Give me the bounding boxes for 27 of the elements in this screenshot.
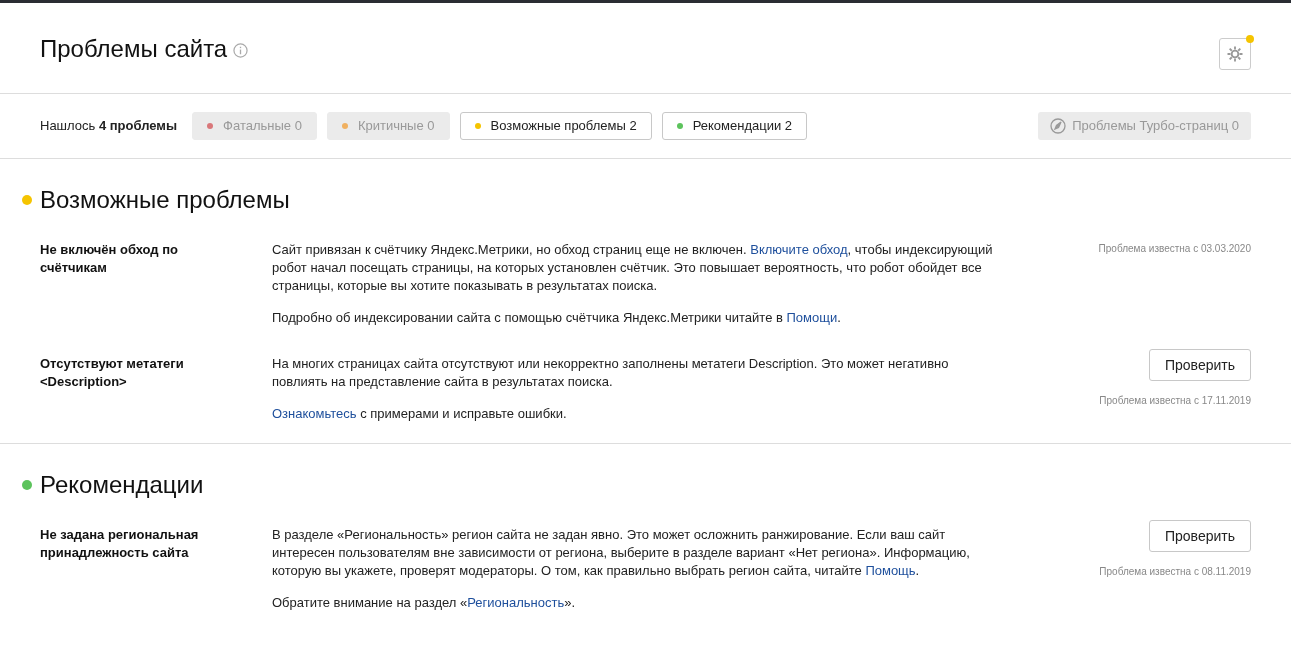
help-link[interactable]: Помощь (865, 563, 916, 578)
filter-button[interactable]: Рекомендации 2 (661, 112, 808, 140)
filter-button[interactable]: Возможные проблемы 2 (459, 112, 652, 140)
description-text: Ознакомьтесь с примерами и исправьте ошибки. (272, 405, 568, 423)
settings-button[interactable] (1219, 38, 1251, 70)
check-button[interactable]: Проверить (1149, 520, 1251, 552)
info-icon[interactable] (233, 43, 249, 58)
known-since-date: Проблема известна с 17.11.2019 (1099, 394, 1251, 408)
description-text: В разделе «Региональность» регион сайта не задан явно. Это может осложнить ранжирование. Если ваш сайт интересен пользователям вне зависимости от региона, выберите в разделе вариант «Нет региона». Информацию, которую вы укажете, проверят модераторы. О том, как правильно выбрать регион сайта, читайте Помощь. (272, 526, 971, 580)
help-link[interactable]: Региональность (467, 595, 565, 610)
page-title: Проблемы сайта (40, 34, 228, 64)
description-text: Обратите внимание на раздел «Региональность». (272, 594, 577, 612)
help-link[interactable]: Ознакомьтесь (272, 406, 357, 421)
section-title: Возможные проблемы (40, 185, 290, 215)
known-since-date: Проблема известна с 03.03.2020 (1098, 242, 1251, 256)
settings-icon (1226, 45, 1244, 63)
issue-title: Не включён обход по счётчикам (40, 241, 179, 277)
section-title: Рекомендации (40, 470, 204, 500)
found-count: Нашлось 4 проблемы (40, 117, 178, 136)
issue-title: Отсутствуют метатеги <Description> (40, 355, 185, 391)
description-text: Сайт привязан к счётчику Яндекс.Метрики, но обход страниц еще не включен. Включите обход, чтобы индексирующий робот начал посещать страницы, на которых установлен счётчик. Это повышает вероятность, что робот обойдет все страницы, которые вы хотите показывать в результатах поиска. (272, 241, 994, 295)
check-button[interactable]: Проверить (1149, 349, 1251, 381)
help-link[interactable]: Включите обход (750, 242, 848, 257)
known-since-date: Проблема известна с 08.11.2019 (1099, 565, 1251, 579)
issue-title: Не задана региональная принадлежность сайта (40, 526, 200, 562)
description-text: Подробно об индексировании сайта с помощью счётчика Яндекс.Метрики читайте в Помощи. (272, 309, 842, 327)
description-text: На многих страницах сайта отсутствуют или некорректно заполнены метатеги Description. Это может негативно повлиять на представление сайта в результатах поиска. (272, 355, 950, 391)
